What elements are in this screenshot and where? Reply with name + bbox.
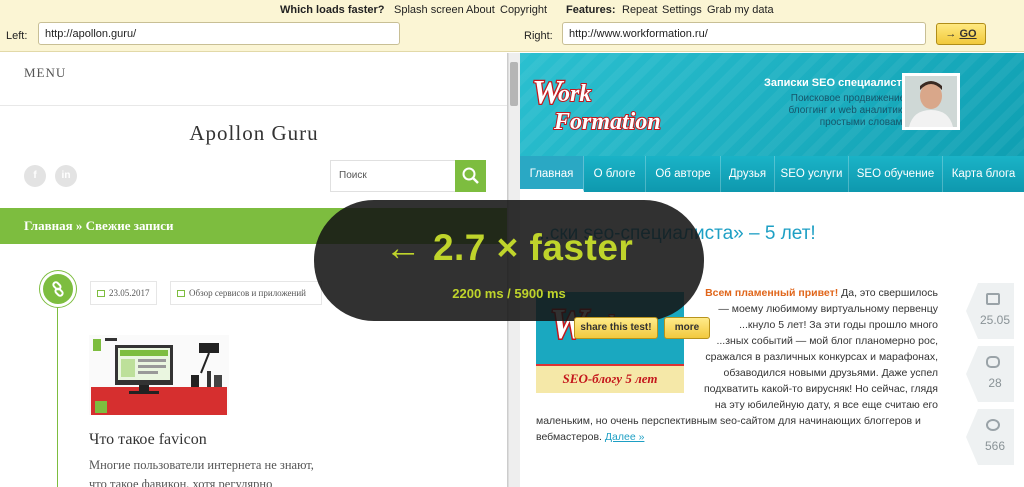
- post-category-meta[interactable]: Обзор сервисов и приложений: [170, 281, 322, 305]
- right-tagline-line: блоггинг и web аналитика: [788, 105, 909, 116]
- left-site-title[interactable]: Apollon Guru: [0, 121, 507, 146]
- eye-icon: [986, 419, 1000, 431]
- result-overlay: ← 2.7 × faster 2200 ms / 5900 ms: [314, 200, 704, 321]
- left-search-input[interactable]: Поиск: [330, 160, 456, 192]
- post-excerpt-line: Многие пользователи интернета не знают,: [89, 458, 314, 472]
- svg-text:ork: ork: [558, 81, 591, 107]
- post-text-line: Всем пламенный привет! Да, это свершилос…: [705, 287, 938, 299]
- monitor-illustration: [89, 335, 229, 415]
- post-category: Обзор сервисов и приложений: [189, 288, 306, 298]
- link-icon: [52, 281, 64, 297]
- nav-item-seo-services[interactable]: SEO услуги: [775, 156, 849, 192]
- go-arrow-icon: →: [945, 28, 957, 40]
- facebook-icon[interactable]: f: [24, 165, 46, 187]
- right-site-nav: Главная О блоге Об авторе Друзья SEO усл…: [520, 156, 1024, 192]
- post-text-line: маленьким, но очень перспективным seo-са…: [536, 415, 921, 427]
- post-text-line: обзаводился новыми друзьями. Даже успел: [723, 367, 939, 379]
- nav-item-about-blog[interactable]: О блоге: [584, 156, 646, 192]
- workformation-logo-icon: W ork Formation: [531, 73, 662, 136]
- post-text-line: ...кнуло 5 лет! За эти годы прошло много: [739, 319, 938, 331]
- search-icon: [462, 167, 479, 184]
- read-more-link[interactable]: Далее »: [605, 431, 645, 443]
- author-avatar[interactable]: [902, 73, 960, 130]
- grab-my-data-link[interactable]: Grab my data: [707, 4, 774, 16]
- folder-icon: [177, 290, 185, 297]
- go-button[interactable]: → GO: [936, 23, 986, 45]
- right-tagline-title: Записки SEO специалиста: [763, 77, 908, 89]
- date-badge-value: 25.05: [979, 313, 1011, 327]
- calendar-icon: [97, 290, 105, 297]
- post-date-meta: 23.05.2017: [90, 281, 157, 305]
- nav-item-friends[interactable]: Друзья: [721, 156, 775, 192]
- comments-badge-value: 28: [988, 376, 1002, 390]
- toolbar-question: Which loads faster?: [280, 4, 385, 16]
- about-link[interactable]: About: [466, 4, 495, 16]
- svg-text:Formation: Formation: [553, 109, 661, 135]
- left-search-button[interactable]: [455, 160, 486, 192]
- author-photo: [905, 76, 957, 127]
- faster-headline: ← 2.7 × faster: [384, 227, 634, 268]
- left-pane-scroll-thumb[interactable]: [510, 62, 518, 106]
- left-header-divider: [0, 105, 507, 106]
- left-url-label: Left:: [6, 30, 28, 42]
- breadcrumb-text: Главная » Свежие записи: [24, 218, 174, 233]
- right-site-logo[interactable]: W ork Formation: [528, 73, 688, 137]
- comparison-root: Which loads faster? Splash screen About …: [0, 0, 1024, 487]
- right-tagline-line: простыми словами: [819, 117, 908, 128]
- linkedin-icon[interactable]: in: [55, 165, 77, 187]
- post-text-line: — моему любимому виртуальному первенцу: [718, 303, 938, 315]
- right-url-label: Right:: [524, 30, 553, 42]
- go-label: GO: [959, 28, 977, 40]
- nav-item-seo-training[interactable]: SEO обучение: [849, 156, 943, 192]
- share-test-button[interactable]: share this test!: [574, 317, 658, 339]
- post-format-badge: [40, 271, 76, 307]
- toolbar: Which loads faster? Splash screen About …: [0, 0, 1024, 52]
- right-url-input[interactable]: http://www.workformation.ru/: [562, 22, 926, 45]
- post-text-line: вебмастеров. Далее »: [536, 431, 736, 443]
- features-label: Features:: [566, 4, 616, 16]
- post-text-line: ...зных событий — мой блог планомерно ро…: [716, 335, 938, 347]
- comments-badge[interactable]: 28: [966, 346, 1014, 402]
- comment-icon: [986, 356, 1000, 368]
- nav-item-home[interactable]: Главная: [520, 156, 584, 192]
- post-text-line: подхватить какой-то вирусняк! Но сейчас,…: [703, 383, 938, 395]
- views-badge: 566: [966, 409, 1014, 465]
- left-menu-button[interactable]: MENU: [24, 65, 66, 81]
- nav-item-about-author[interactable]: Об авторе: [646, 156, 721, 192]
- post-text-end: вебмастеров.: [536, 431, 602, 443]
- views-badge-value: 566: [984, 439, 1006, 453]
- post-excerpt-line: что такое фавикон, хотя регулярно: [89, 477, 273, 487]
- more-button[interactable]: more: [664, 317, 710, 339]
- left-url-input[interactable]: http://apollon.guru/: [38, 22, 400, 45]
- post-title[interactable]: Что такое favicon: [89, 431, 207, 449]
- post-thumbnail[interactable]: [89, 335, 229, 415]
- repeat-link[interactable]: Repeat: [622, 4, 657, 16]
- splash-screen-link[interactable]: Splash screen: [394, 4, 464, 16]
- timeline-line: [57, 293, 58, 487]
- nav-item-sitemap[interactable]: Карта блога: [943, 156, 1024, 192]
- copyright-link[interactable]: Copyright: [500, 4, 547, 16]
- post-text-line: на эту юбилейную дату, я все еще считаю …: [714, 399, 938, 411]
- greeting-text: Всем пламенный привет!: [705, 287, 839, 299]
- right-site-header: W ork Formation Записки SEO специалиста …: [520, 53, 1024, 156]
- right-tagline-line: Поисковое продвижение,: [790, 93, 908, 104]
- post-date: 23.05.2017: [109, 288, 150, 298]
- banner-caption: SEO-блогу 5 лет: [536, 364, 684, 393]
- timing-text: 2200 ms / 5900 ms: [452, 286, 566, 301]
- post-text-line: сражался в различных конкурсах и марафон…: [705, 351, 938, 363]
- settings-link[interactable]: Settings: [662, 4, 702, 16]
- calendar-icon: [986, 293, 1000, 305]
- date-badge: 25.05: [966, 283, 1014, 339]
